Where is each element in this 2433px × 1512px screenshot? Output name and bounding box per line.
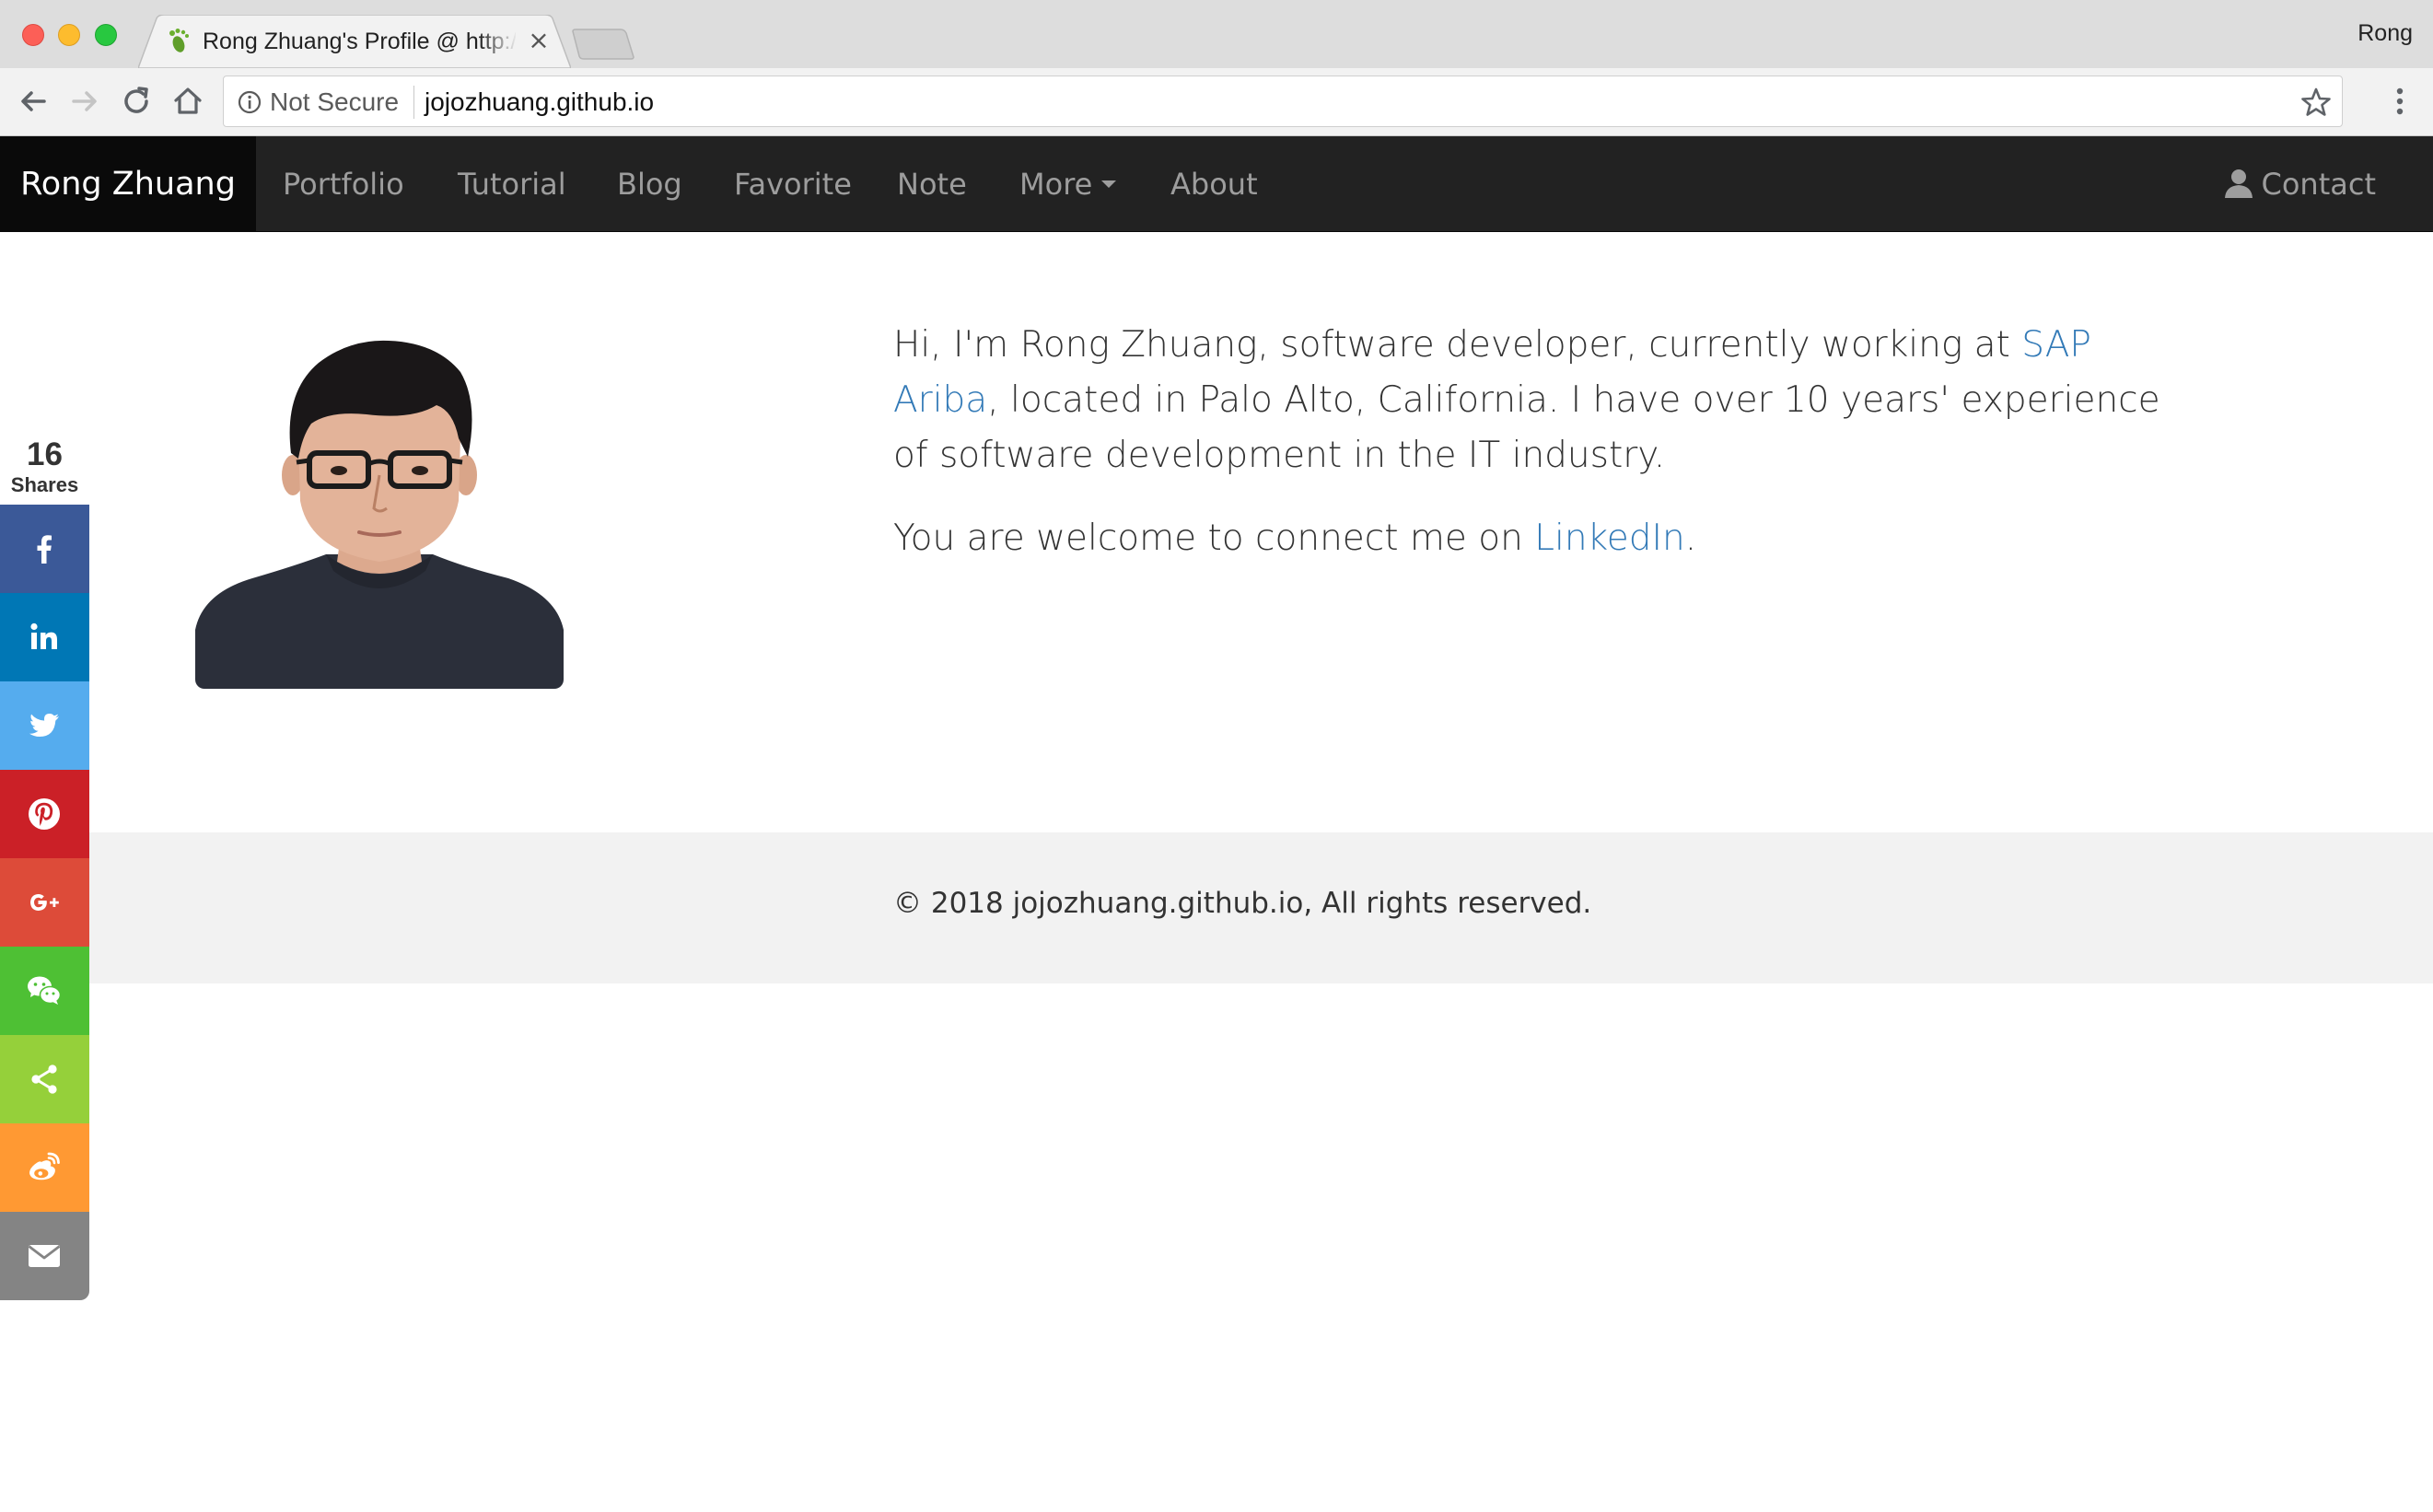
share-label: Shares xyxy=(10,473,79,496)
address-bar-divider xyxy=(413,86,414,119)
nav-item-note[interactable]: Note xyxy=(897,136,967,232)
nav-item-blog[interactable]: Blog xyxy=(617,136,682,232)
new-tab-button[interactable] xyxy=(571,28,635,61)
email-icon xyxy=(28,1245,61,1267)
reload-icon[interactable] xyxy=(116,81,157,122)
share-icon xyxy=(31,1064,57,1094)
intro-text-continued: , located in Palo Alto, California. I ha… xyxy=(893,379,2160,476)
window-close-button[interactable] xyxy=(22,24,44,46)
window-minimize-button[interactable] xyxy=(58,24,80,46)
share-facebook-button[interactable] xyxy=(0,505,89,593)
share-count: 16 xyxy=(27,436,63,472)
bookmark-star-icon[interactable] xyxy=(2299,86,2333,119)
tab-close-button[interactable]: × xyxy=(525,26,553,55)
nav-item-portfolio[interactable]: Portfolio xyxy=(283,136,404,232)
footprint-favicon-icon xyxy=(169,29,189,52)
nav-item-more-dropdown[interactable]: More xyxy=(1019,136,1117,232)
share-google-plus-button[interactable] xyxy=(0,858,89,947)
back-arrow-icon[interactable] xyxy=(13,81,53,122)
nav-item-tutorial[interactable]: Tutorial xyxy=(458,136,566,232)
share-weibo-button[interactable] xyxy=(0,1123,89,1212)
profile-photo xyxy=(195,337,564,689)
twitter-icon xyxy=(29,714,59,737)
nav-item-about[interactable]: About xyxy=(1170,136,1258,232)
forward-arrow-icon[interactable] xyxy=(64,81,105,122)
share-linkedin-button[interactable] xyxy=(0,593,89,681)
browser-toolbar: Not Secure jojozhuang.github.io xyxy=(0,68,2433,136)
linkedin-icon xyxy=(30,622,57,649)
connect-period: . xyxy=(1684,518,1697,559)
browser-menu-icon[interactable] xyxy=(2385,81,2415,122)
facebook-icon xyxy=(37,535,52,564)
page-footer: © 2018 jojozhuang.github.io, All rights … xyxy=(89,832,2433,983)
linkedin-link[interactable]: LinkedIn xyxy=(1534,518,1684,559)
site-navbar: Rong Zhuang Portfolio Tutorial Blog Favo… xyxy=(0,136,2433,232)
window-zoom-button[interactable] xyxy=(95,24,117,46)
connect-text: You are welcome to connect me on xyxy=(893,518,1535,559)
share-counter: 16 Shares xyxy=(0,436,89,497)
security-label[interactable]: Not Secure xyxy=(270,86,399,119)
home-icon[interactable] xyxy=(168,81,208,122)
intro-text: Hi, I'm Rong Zhuang, software developer,… xyxy=(893,324,2022,366)
caret-down-icon xyxy=(1101,180,1117,188)
share-email-button[interactable] xyxy=(0,1212,89,1300)
weibo-icon xyxy=(29,1152,60,1181)
intro-paragraph: Hi, I'm Rong Zhuang, software developer,… xyxy=(893,318,2201,483)
tab-title-fade xyxy=(479,24,518,61)
user-icon xyxy=(2224,169,2253,198)
browser-titlebar: Rong Zhuang's Profile @ http://jojozhuan… xyxy=(0,0,2433,68)
contact-label: Contact xyxy=(2261,167,2377,202)
nav-item-more-label: More xyxy=(1019,167,1093,202)
share-twitter-button[interactable] xyxy=(0,681,89,770)
copyright-text: © 2018 jojozhuang.github.io, All rights … xyxy=(893,887,1592,920)
nav-item-favorite[interactable]: Favorite xyxy=(734,136,852,232)
nav-item-contact[interactable]: Contact xyxy=(2223,136,2377,232)
brand-link[interactable]: Rong Zhuang xyxy=(0,136,256,232)
address-bar[interactable]: Not Secure jojozhuang.github.io xyxy=(223,76,2343,127)
info-icon[interactable] xyxy=(237,89,262,115)
tab-title: Rong Zhuang's Profile @ http://jojozhuan… xyxy=(203,29,516,54)
profile-portrait-image xyxy=(195,337,564,689)
browser-tab-active[interactable]: Rong Zhuang's Profile @ http://jojozhuan… xyxy=(138,15,571,68)
wechat-icon xyxy=(28,976,62,1005)
share-wechat-button[interactable] xyxy=(0,947,89,1035)
share-more-button[interactable] xyxy=(0,1035,89,1123)
google-plus-icon xyxy=(30,894,59,911)
share-pinterest-button[interactable] xyxy=(0,770,89,858)
url-text[interactable]: jojozhuang.github.io xyxy=(425,86,654,119)
browser-profile-name[interactable]: Rong xyxy=(2357,20,2413,47)
pinterest-icon xyxy=(29,798,60,830)
intro-section: Hi, I'm Rong Zhuang, software developer,… xyxy=(893,318,2201,594)
connect-paragraph: You are welcome to connect me on LinkedI… xyxy=(893,511,2201,566)
